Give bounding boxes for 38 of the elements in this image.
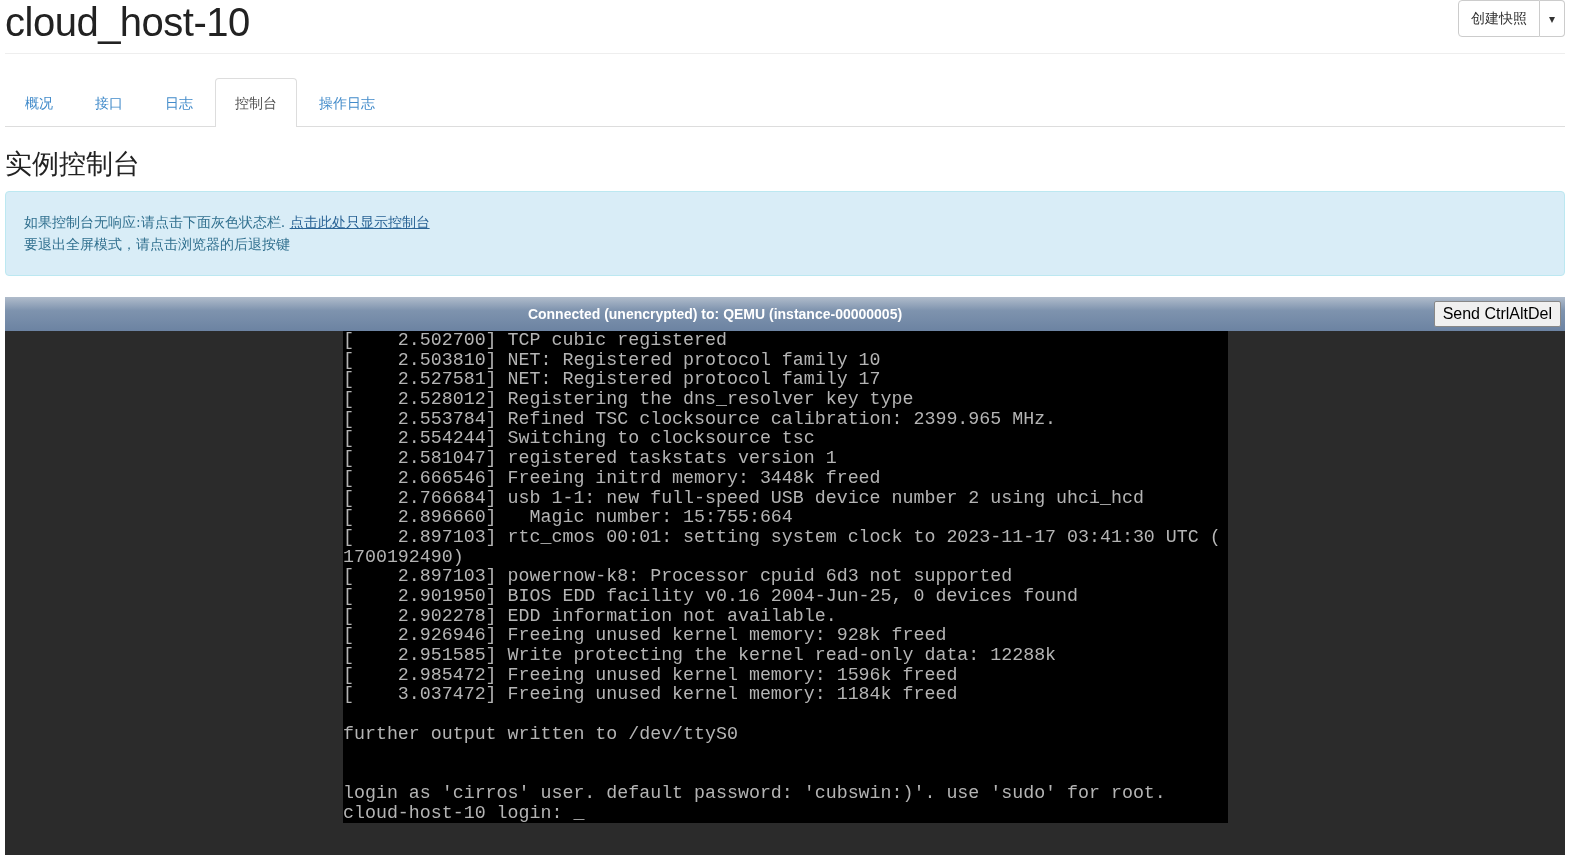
- console-line: [ 2.897103] powernow-k8: Processor cpuid 6d3 not supported: [343, 567, 1013, 587]
- connection-status: Connected (unencrypted) to: QEMU (instance-00000005): [526, 306, 904, 322]
- tab[interactable]: 操作日志: [299, 78, 395, 126]
- status-bar[interactable]: Connected (unencrypted) to: QEMU (instance-00000005) Send CtrlAltDel: [5, 297, 1565, 331]
- console-line: [ 2.553784] Refined TSC clocksource calibration: 2399.965 MHz.: [343, 409, 1057, 430]
- console-line: [ 2.896660] Magic number: 15:755:664: [343, 508, 793, 528]
- console-line: [ 2.502700] TCP cubic registered: [343, 331, 727, 351]
- console-line: [ 2.527581] NET: Registered protocol family 17: [343, 370, 881, 391]
- create-snapshot-button[interactable]: 创建快照: [1457, 0, 1540, 37]
- console-line: [ 2.901950] BIOS EDD facility v0.16 2004-Jun-25, 0 devices found: [343, 586, 1079, 607]
- console-line: [ 2.554244] Switching to clocksource tsc: [343, 429, 815, 450]
- console-line: [ 2.581047] registered taskstats version 1: [343, 449, 837, 469]
- console-line: [ 2.897103] rtc_cmos 00:01: setting system clock to 2023-11-17 03:41:30 UTC (: [343, 527, 1221, 548]
- dropdown-toggle-button[interactable]: ▾: [1539, 0, 1565, 37]
- console-line: [ 2.503810] NET: Registered protocol family 10: [343, 350, 881, 371]
- tab[interactable]: 概况: [5, 78, 73, 126]
- console-screen[interactable]: [343, 331, 1228, 823]
- page-title: cloud_host-10: [5, 0, 250, 44]
- tab[interactable]: 接口: [75, 78, 143, 126]
- alert-text: 要退出全屏模式，请点击浏览器的后退按键: [24, 235, 290, 254]
- console-line: cloud-host-10 login: _: [343, 803, 585, 823]
- console-line: [ 2.528012] Registering the dns_resolver key type: [343, 390, 914, 410]
- send-ctrlaltdel-button[interactable]: Send CtrlAltDel: [1433, 301, 1561, 327]
- alert-text: 如果控制台无响应:请点击下面灰色状态栏. 点击此处只显示控制台: [24, 213, 430, 232]
- console-line: [ 2.666546] Freeing initrd memory: 3448k freed: [343, 468, 881, 489]
- console-line: [ 2.951585] Write protecting the kernel read-only data: 12288k: [343, 646, 1057, 666]
- console-line: [ 2.902278] EDD information not available.: [343, 606, 837, 627]
- console-line: 1700192490): [343, 547, 464, 568]
- console-line: further output written to /dev/ttyS0: [343, 724, 738, 745]
- console-line: [ 2.985472] Freeing unused kernel memory: 1596k freed: [343, 665, 958, 686]
- console-line: login as 'cirros' user. default password: 'cubswin:)'. use 'sudo' for root.: [343, 783, 1166, 804]
- tab[interactable]: 控制台: [215, 78, 297, 127]
- tab[interactable]: 日志: [145, 78, 213, 126]
- console-line: [ 3.037472] Freeing unused kernel memory: 1184k freed: [343, 685, 958, 706]
- console-line: [ 2.766684] usb 1-1: new full-speed USB device number 2 using uhci_hcd: [343, 488, 1144, 509]
- console-only-link[interactable]: 点击此处只显示控制台: [289, 214, 430, 230]
- section-heading: 实例控制台: [5, 147, 141, 181]
- console-line: [ 2.926946] Freeing unused kernel memory: 928k freed: [343, 626, 947, 646]
